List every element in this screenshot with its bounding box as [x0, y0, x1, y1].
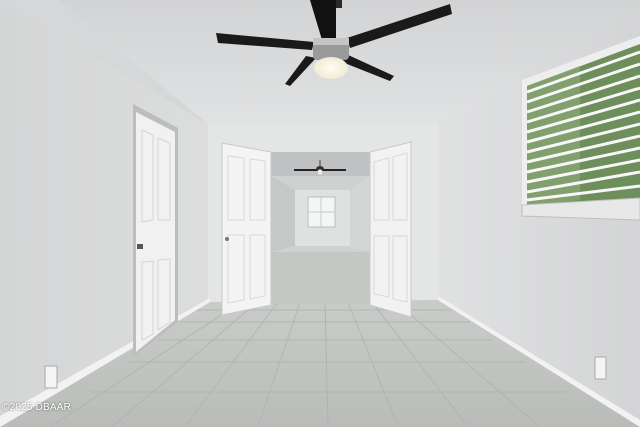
- right-open-door: [369, 141, 412, 318]
- wall-outlet-right: [594, 356, 607, 380]
- room-photo: ©2025 DBAAR: [0, 0, 640, 427]
- wall-outlet-left: [44, 365, 58, 389]
- left-open-door: [221, 142, 272, 316]
- hallway-window: [307, 196, 336, 228]
- photo-watermark: ©2025 DBAAR: [2, 402, 72, 413]
- room-illustration: [0, 0, 640, 427]
- closet-door: [133, 104, 178, 357]
